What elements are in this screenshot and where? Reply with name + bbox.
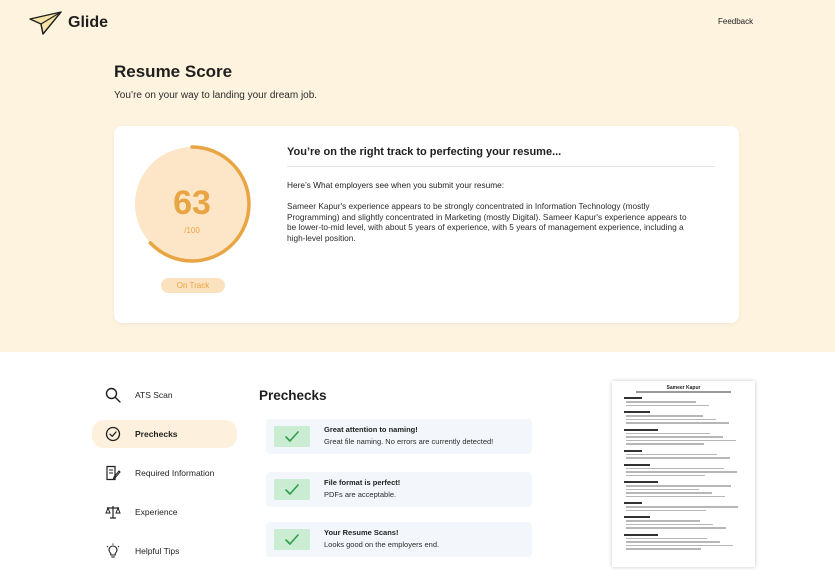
nav-label: Experience <box>135 507 178 517</box>
resume-text-line <box>626 544 733 546</box>
precheck-title: File format is perfect! <box>324 478 401 487</box>
check-circle-icon <box>105 426 121 442</box>
nav-item-experience[interactable]: Experience <box>92 498 237 526</box>
resume-text-line <box>626 488 699 490</box>
resume-section-heading <box>624 449 642 452</box>
resume-text-line <box>626 436 723 438</box>
divider <box>287 166 715 167</box>
hero-section: Glide Feedback Resume Score You’re on yo… <box>0 0 835 352</box>
search-icon <box>105 387 121 403</box>
resume-section-heading <box>624 428 658 431</box>
precheck-title: Great attention to naming! <box>324 425 418 434</box>
nav-item-prechecks[interactable]: Prechecks <box>92 420 237 448</box>
nav-item-helpful-tips[interactable]: Helpful Tips <box>92 537 237 565</box>
nav-item-ats-scan[interactable]: ATS Scan <box>92 381 237 409</box>
resume-text-line <box>626 471 737 473</box>
precheck-item: Your Resume Scans! Looks good on the emp… <box>266 522 532 557</box>
precheck-desc: Great file naming. No errors are current… <box>324 437 494 446</box>
check-icon <box>274 426 310 447</box>
resume-text-line <box>626 404 709 406</box>
resume-text-line <box>626 432 710 434</box>
check-icon <box>274 479 310 500</box>
resume-section-heading <box>624 481 658 483</box>
resume-text-line <box>626 527 726 529</box>
resume-text-line <box>626 492 712 494</box>
precheck-desc: Looks good on the employers end. <box>324 540 440 549</box>
resume-section-heading <box>624 463 650 466</box>
resume-preview[interactable]: Sameer Kapur <box>612 381 755 567</box>
resume-text-line <box>626 523 713 525</box>
status-badge: On Track <box>161 278 225 293</box>
resume-text-line <box>626 474 705 476</box>
resume-text-line <box>626 506 738 508</box>
resume-text-line <box>626 457 730 459</box>
resume-text-line <box>626 548 701 550</box>
resume-section-heading <box>624 502 642 504</box>
nav-label: Prechecks <box>135 429 178 439</box>
resume-text-line <box>626 439 736 441</box>
resume-text-line <box>626 485 731 487</box>
lightbulb-icon <box>106 543 120 558</box>
precheck-item: File format is perfect! PDFs are accepta… <box>266 472 532 507</box>
scale-icon <box>105 506 121 519</box>
resume-section-heading <box>624 411 650 413</box>
page-title: Resume Score <box>114 62 233 81</box>
page-subtitle: You’re on your way to landing your dream… <box>114 90 318 101</box>
brand-name: Glide <box>68 14 109 31</box>
resume-text-line <box>626 509 706 511</box>
feedback-link[interactable]: Feedback <box>718 17 753 26</box>
resume-text-line <box>626 495 725 497</box>
nav-label: Required Information <box>135 468 215 478</box>
prechecks-title: Prechecks <box>259 388 327 403</box>
resume-text-line <box>626 415 703 417</box>
resume-contact-line <box>636 391 731 393</box>
resume-section-heading <box>624 516 650 518</box>
check-icon <box>274 529 310 550</box>
precheck-item: Great attention to naming! Great file na… <box>266 419 532 454</box>
resume-text-line <box>626 541 720 543</box>
summary-heading: You’re on the right track to perfecting … <box>287 146 562 158</box>
resume-text-line <box>626 422 729 424</box>
nav-item-required-information[interactable]: Required Information <box>92 459 237 487</box>
summary-body: Sameer Kapur's experience appears to be … <box>287 201 687 243</box>
precheck-title: Your Resume Scans! <box>324 528 399 537</box>
score-out-of: /100 <box>184 226 200 235</box>
nav-label: ATS Scan <box>135 390 173 400</box>
nav-label: Helpful Tips <box>135 546 180 556</box>
resume-section-heading <box>624 397 642 399</box>
precheck-desc: PDFs are acceptable. <box>324 490 397 499</box>
paper-plane-icon <box>29 11 62 35</box>
resume-text-line <box>626 467 724 469</box>
resume-text-line <box>626 443 704 445</box>
resume-text-line <box>626 520 700 522</box>
resume-text-line <box>626 401 696 403</box>
resume-text-line <box>626 418 716 420</box>
resume-section-heading <box>624 533 658 536</box>
summary-lead: Here’s What employers see when you submi… <box>287 180 505 190</box>
score-value: 63 <box>173 184 211 222</box>
resume-text-line <box>626 453 717 455</box>
document-edit-icon <box>106 465 121 481</box>
score-card: 63 /100 On Track You’re on the right tra… <box>114 126 739 323</box>
resume-text-line <box>626 537 707 539</box>
brand-logo[interactable]: Glide <box>29 11 108 35</box>
